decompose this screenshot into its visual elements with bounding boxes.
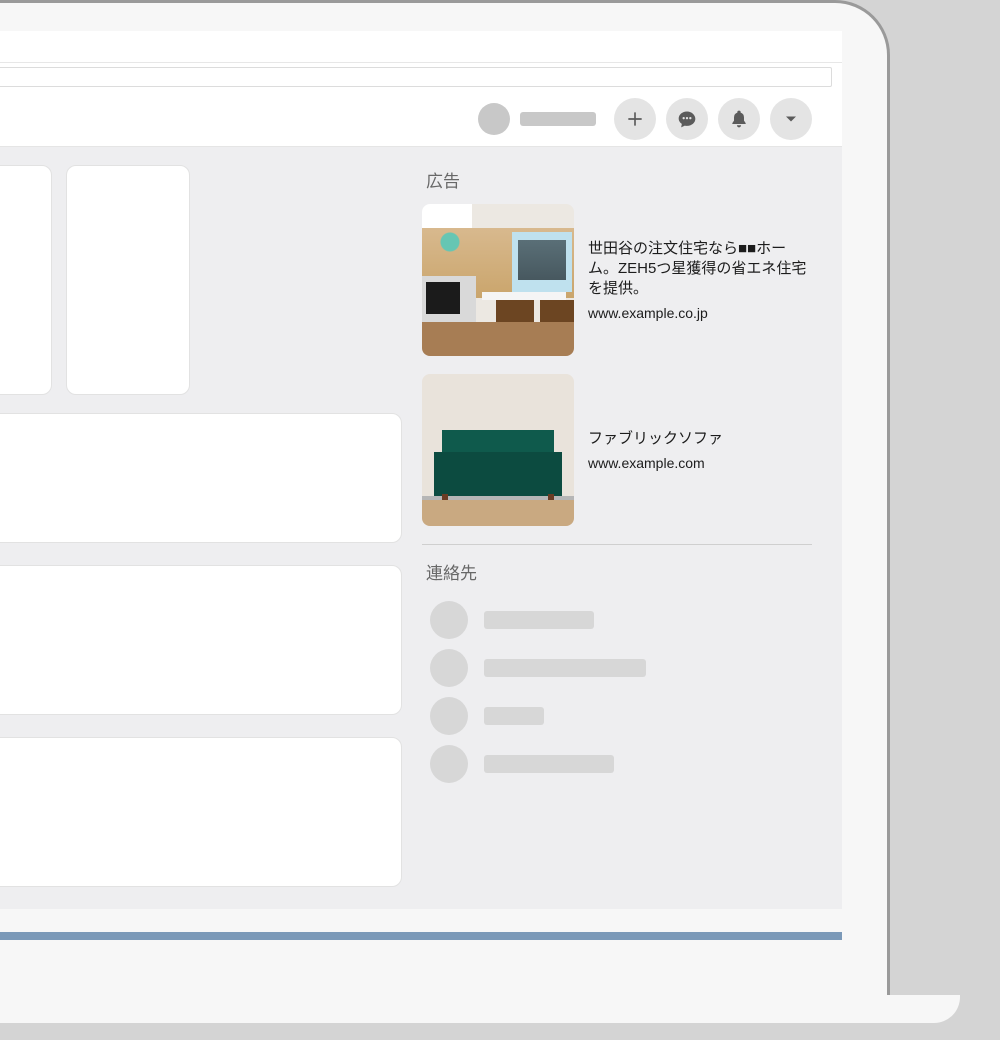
app-page: 広告 世田谷の注文住宅なら■■ホーム。ZEH5つ星獲得の省エネ住宅を提供。 ww… [0, 91, 842, 909]
contact-row[interactable] [422, 692, 812, 740]
device-frame: 広告 世田谷の注文住宅なら■■ホーム。ZEH5つ星獲得の省エネ住宅を提供。 ww… [0, 0, 890, 995]
contact-row[interactable] [422, 740, 812, 788]
notifications-button[interactable] [718, 98, 760, 140]
story-card[interactable] [66, 165, 190, 395]
ad-thumbnail [422, 204, 574, 356]
stories-row [0, 165, 402, 395]
contact-row[interactable] [422, 644, 812, 692]
browser-addressbar [0, 63, 842, 91]
contact-name-placeholder [484, 659, 646, 677]
ads-heading: 広告 [426, 167, 812, 192]
contact-avatar [430, 745, 468, 783]
content-area: 広告 世田谷の注文住宅なら■■ホーム。ZEH5つ星獲得の省エネ住宅を提供。 ww… [0, 147, 842, 909]
contact-avatar [430, 601, 468, 639]
contacts-list [422, 596, 812, 788]
caret-down-icon [781, 109, 801, 129]
profile-name-placeholder [520, 112, 596, 126]
device-base [0, 995, 960, 1023]
plus-icon [625, 109, 645, 129]
rail-divider [422, 544, 812, 545]
accent-strip [0, 932, 842, 940]
ad-item[interactable]: ファブリックソファ www.example.com [422, 374, 812, 526]
contact-name-placeholder [484, 611, 594, 629]
feed-card[interactable] [0, 737, 402, 887]
right-rail: 広告 世田谷の注文住宅なら■■ホーム。ZEH5つ星獲得の省エネ住宅を提供。 ww… [402, 165, 812, 788]
top-nav [0, 91, 842, 147]
browser-chrome [0, 31, 842, 91]
main-column [0, 165, 402, 909]
post-composer[interactable] [0, 413, 402, 543]
ad-copy: 世田谷の注文住宅なら■■ホーム。ZEH5つ星獲得の省エネ住宅を提供。 www.e… [588, 204, 812, 356]
ad-title: ファブリックソファ [588, 429, 723, 449]
ad-url: www.example.co.jp [588, 305, 812, 321]
ad-url: www.example.com [588, 455, 723, 471]
story-card[interactable] [0, 165, 52, 395]
contact-row[interactable] [422, 596, 812, 644]
browser-tabbar [0, 31, 842, 63]
account-menu-button[interactable] [770, 98, 812, 140]
contacts-heading: 連絡先 [426, 559, 812, 584]
ad-thumbnail [422, 374, 574, 526]
bell-icon [729, 109, 749, 129]
ad-item[interactable]: 世田谷の注文住宅なら■■ホーム。ZEH5つ星獲得の省エネ住宅を提供。 www.e… [422, 204, 812, 356]
address-input[interactable] [0, 67, 832, 87]
avatar [478, 103, 510, 135]
chat-icon [677, 109, 697, 129]
ad-copy: ファブリックソファ www.example.com [588, 374, 723, 526]
ad-title: 世田谷の注文住宅なら■■ホーム。ZEH5つ星獲得の省エネ住宅を提供。 [588, 239, 812, 300]
create-button[interactable] [614, 98, 656, 140]
contact-name-placeholder [484, 707, 544, 725]
contact-avatar [430, 697, 468, 735]
contact-name-placeholder [484, 755, 614, 773]
feed-card[interactable] [0, 565, 402, 715]
profile-chip[interactable] [478, 103, 596, 135]
contact-avatar [430, 649, 468, 687]
messages-button[interactable] [666, 98, 708, 140]
